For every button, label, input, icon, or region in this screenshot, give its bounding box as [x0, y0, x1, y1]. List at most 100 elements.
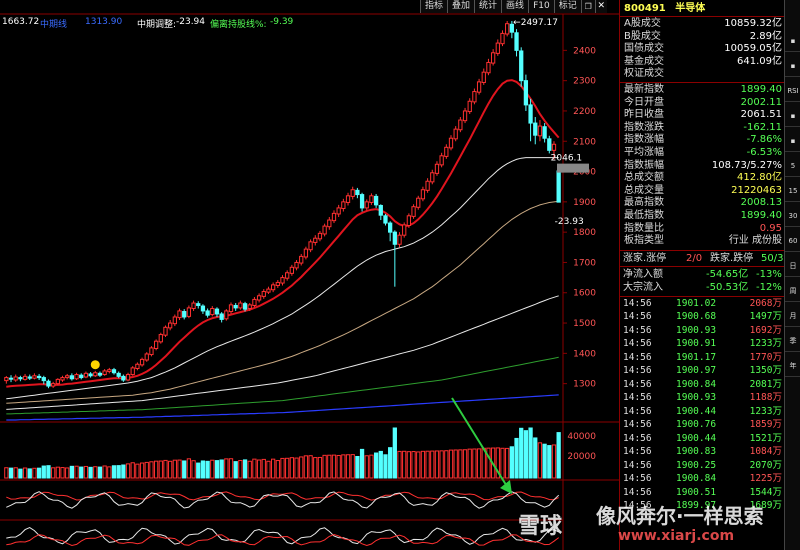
y-tick-label: 1700 [573, 258, 596, 268]
period-tab[interactable]: ▪ [785, 130, 800, 152]
volume-bar [214, 460, 220, 479]
candle-body [41, 377, 46, 382]
volume-bar [345, 454, 351, 479]
tick-row[interactable]: 14:56 1900.25 2070万 [620, 459, 785, 473]
volume-bar [219, 459, 224, 479]
candle-body [102, 370, 107, 376]
tick-row[interactable]: 14:56 1900.51 1544万 [620, 486, 785, 500]
volume-bar [93, 466, 98, 479]
candle-body [359, 194, 365, 209]
indicator-line-white-2 [6, 527, 559, 545]
tick-row[interactable]: 14:56 1900.76 1859万 [620, 418, 785, 432]
candle-body [294, 261, 299, 269]
volume-bar [317, 456, 323, 479]
fall-value: 50/3 [761, 252, 784, 264]
tick-row[interactable]: 14:56 1900.44 1233万 [620, 405, 785, 419]
period-tab[interactable]: 季 [785, 330, 800, 352]
stat-row: 昨日收盘 2061.51 [620, 109, 785, 122]
period-tab[interactable]: RSI [785, 80, 800, 102]
candle-body [402, 224, 407, 236]
volume-bar [97, 466, 103, 479]
tick-row[interactable]: 14:56 1901.17 1770万 [620, 351, 785, 365]
period-tab[interactable]: 30 [785, 205, 800, 227]
volume-bar [228, 458, 234, 479]
volume-bar [83, 465, 89, 479]
candle-body [392, 231, 397, 245]
stat-value: -7.86% [746, 134, 782, 146]
tick-row[interactable]: 14:56 1901.02 2068万 [620, 297, 785, 311]
candle-body [153, 340, 159, 349]
volume-bar [135, 463, 140, 479]
period-tab[interactable]: ▪ [785, 30, 800, 52]
y-tick-label: 1300 [573, 380, 596, 390]
volume-bar [36, 467, 42, 479]
indicator-line-red [6, 491, 559, 501]
candle-body [411, 206, 416, 217]
candle-body [285, 272, 290, 279]
period-tab[interactable]: 15 [785, 180, 800, 202]
candle-body [537, 125, 543, 137]
stat-value: 1899.40 [740, 84, 782, 95]
volume-bar [462, 449, 468, 479]
candle-body [397, 234, 402, 245]
volume-bar [79, 466, 84, 479]
stat-row: 最低指数 1899.40 [620, 210, 785, 223]
volume-bar [551, 444, 557, 479]
candle-body [116, 372, 121, 377]
tick-row[interactable]: 14:56 1900.84 2081万 [620, 378, 785, 392]
volume-bar [149, 461, 154, 479]
candle-body [416, 197, 421, 208]
volume-bar [224, 458, 229, 479]
period-tab[interactable]: ▪ [785, 55, 800, 77]
volume-bar [65, 467, 70, 479]
period-tab[interactable]: 周 [785, 280, 800, 302]
price-marker [557, 163, 589, 173]
candle-body [79, 374, 84, 379]
volume-bar [13, 467, 18, 479]
volume-bar [331, 454, 337, 479]
tick-row[interactable]: 14:56 1900.93 1188万 [620, 391, 785, 405]
volume-bar [144, 461, 149, 479]
candle-body [434, 163, 440, 174]
candle-body [556, 170, 561, 203]
period-tab[interactable]: 年 [785, 355, 800, 377]
tick-row[interactable]: 14:56 1900.93 1692万 [620, 324, 785, 338]
candle-body [130, 367, 135, 376]
stat-row: 最高指数 2008.13 [620, 197, 785, 210]
volume-bar [341, 454, 346, 479]
period-tab[interactable]: 月 [785, 305, 800, 327]
tick-price: 1901.17 [676, 351, 717, 363]
candle-body [542, 126, 547, 139]
period-tab[interactable]: 日 [785, 255, 800, 277]
volume-bar [369, 454, 374, 479]
tick-row[interactable]: 14:56 1900.91 1233万 [620, 337, 785, 351]
volume-bar [322, 454, 327, 479]
candle-body [336, 207, 341, 215]
candle-body [313, 237, 318, 243]
period-tab[interactable]: 5 [785, 155, 800, 177]
volume-bar [350, 454, 355, 479]
tick-row[interactable]: 14:56 1900.83 1084万 [620, 445, 785, 459]
volume-bar [107, 466, 112, 479]
candle-body [238, 302, 243, 309]
stat-row: 今日开盘 2002.11 [620, 97, 785, 110]
candlestick-chart[interactable]: 1300140015001600170018001900200021002200… [0, 0, 619, 550]
candle-body [341, 201, 346, 210]
volume-bar [402, 450, 407, 479]
volume-bar [355, 456, 360, 479]
tick-row[interactable]: 14:56 1900.84 1225万 [620, 472, 785, 486]
fall-label: 跌家.跌停 [710, 252, 754, 264]
stat-label: 总成交量 [624, 184, 664, 196]
volume-bar [467, 448, 472, 479]
period-tab[interactable]: 60 [785, 230, 800, 252]
candle-body [327, 219, 332, 228]
volume-bar [406, 451, 412, 479]
candle-body [168, 322, 173, 329]
candle-body [252, 298, 257, 306]
candle-body [495, 42, 500, 54]
tick-row[interactable]: 14:56 1900.68 1497万 [620, 310, 785, 324]
stat-row: A股成交 10859.32亿 [620, 18, 785, 31]
period-tab[interactable]: ▪ [785, 105, 800, 127]
tick-row[interactable]: 14:56 1900.97 1350万 [620, 364, 785, 378]
tick-row[interactable]: 14:56 1900.44 1521万 [620, 432, 785, 446]
